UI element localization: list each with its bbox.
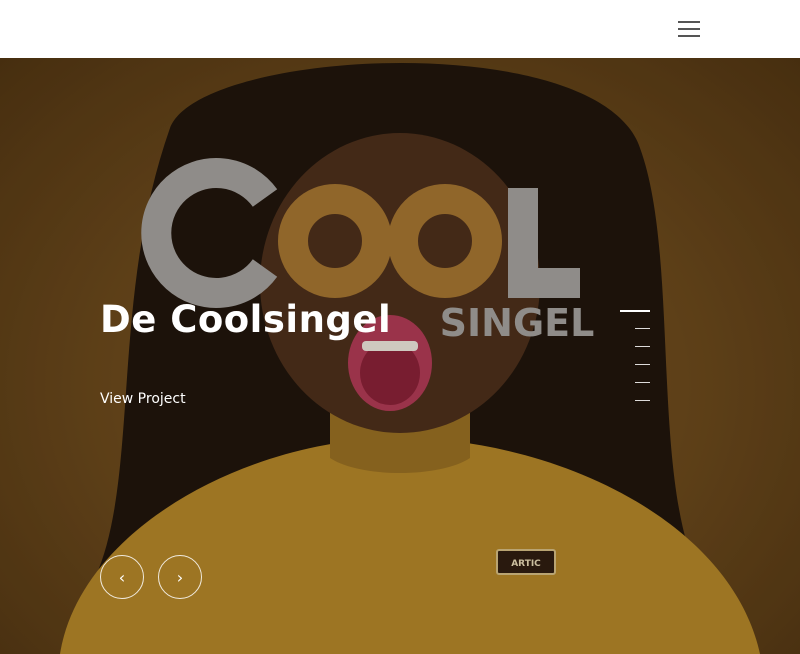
slide-dot-4[interactable] (635, 364, 650, 365)
chevron-right-icon: › (176, 567, 184, 587)
chevron-left-icon: ‹ (118, 567, 126, 587)
site-header (0, 0, 800, 58)
slide-dot-6[interactable] (635, 400, 650, 401)
menu-bar (678, 21, 700, 23)
slide-dot-5[interactable] (635, 382, 650, 383)
menu-bar (678, 35, 700, 37)
next-slide-button[interactable]: › (158, 555, 202, 599)
slide-pagination (620, 310, 650, 406)
menu-bar (678, 28, 700, 30)
slide-dot-1[interactable] (620, 310, 650, 312)
slide-dot-2[interactable] (635, 328, 650, 329)
hamburger-menu-icon[interactable] (674, 18, 704, 40)
hero-slider: ARTIC SINGEL De Coolsingel View Project … (0, 58, 800, 654)
slide-dot-3[interactable] (635, 346, 650, 347)
view-project-link[interactable]: View Project (100, 391, 186, 407)
slide-title: De Coolsingel (100, 298, 392, 341)
prev-slide-button[interactable]: ‹ (100, 555, 144, 599)
